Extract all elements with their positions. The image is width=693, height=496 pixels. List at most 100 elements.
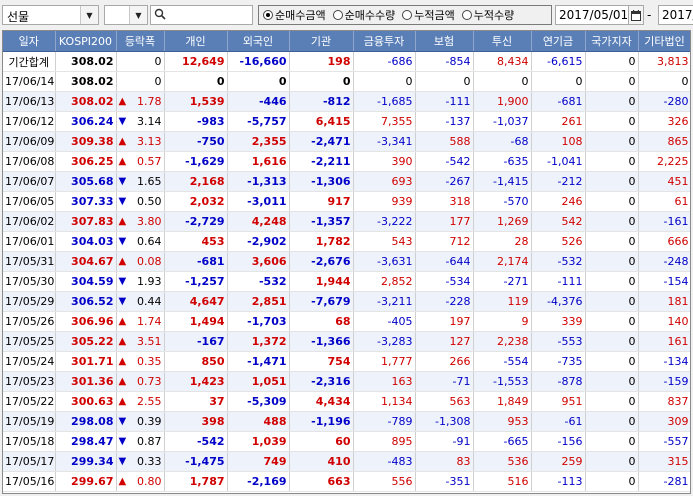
individual-cell: 12,649 bbox=[164, 51, 228, 72]
table-row[interactable]: 17/06/07 305.68 ▼ 1.65 2,168 -1,313 -1,306 693-… bbox=[3, 171, 690, 192]
start-date-input[interactable]: 2017/05/01 bbox=[555, 5, 629, 25]
change-cell: 0 bbox=[116, 51, 165, 72]
change-cell: ▼ 0.39 bbox=[116, 411, 165, 432]
chevron-down-icon[interactable]: ▼ bbox=[80, 6, 98, 24]
financial-investment-cell: 693 bbox=[353, 171, 416, 192]
column-header[interactable]: 금융투자 bbox=[353, 31, 416, 52]
financial-investment-cell: 0 bbox=[353, 71, 416, 92]
column-header[interactable]: 기타법인 bbox=[638, 31, 690, 52]
column-header[interactable]: KOSPI200 bbox=[55, 31, 117, 52]
individual-cell: 1,539 bbox=[164, 91, 228, 112]
government-cell: 0 bbox=[585, 411, 639, 432]
table-row[interactable]: 17/05/19 298.08 ▼ 0.39 398 488 -1,196 -789 -1,30… bbox=[3, 411, 690, 432]
pension-cell: -6,615 bbox=[531, 51, 586, 72]
table-row[interactable]: 17/05/31 304.67 ▲ 0.08 -681 3,606 -2,676 -3,631… bbox=[3, 251, 690, 272]
foreign-cell: -2,169 bbox=[227, 471, 290, 492]
investment-trust-cell: 119 bbox=[473, 291, 532, 312]
foreign-cell: -446 bbox=[227, 91, 290, 112]
code-select[interactable]: ▼ bbox=[104, 5, 148, 25]
radio-option-0[interactable]: 순매수금액 bbox=[263, 7, 326, 23]
search-icon[interactable] bbox=[154, 8, 166, 23]
investment-trust-cell: 953 bbox=[473, 411, 532, 432]
pension-cell: -156 bbox=[531, 431, 586, 452]
institution-cell: 663 bbox=[289, 471, 354, 492]
investment-trust-cell: -570 bbox=[473, 191, 532, 212]
table-row[interactable]: 17/06/02 307.83 ▲ 3.80 -2,729 4,248 -1,357 -3,2… bbox=[3, 211, 690, 232]
foreign-cell: -1,703 bbox=[227, 311, 290, 332]
column-header[interactable]: 외국인 bbox=[227, 31, 290, 52]
pension-cell: -1,041 bbox=[531, 151, 586, 172]
column-header[interactable]: 보험 bbox=[415, 31, 474, 52]
financial-investment-cell: -3,222 bbox=[353, 211, 416, 232]
table-row[interactable]: 17/06/13 308.02 ▲ 1.78 1,539 -446 -812 -1,685 -1… bbox=[3, 91, 690, 112]
pension-cell: 259 bbox=[531, 451, 586, 472]
institution-cell: -812 bbox=[289, 91, 354, 112]
column-header[interactable]: 투신 bbox=[473, 31, 532, 52]
table-row[interactable]: 17/05/24 301.71 ▲ 0.35 850 -1,471 754 1,777 266-… bbox=[3, 351, 690, 372]
pension-cell: -4,376 bbox=[531, 291, 586, 312]
column-header[interactable]: 국가지자 bbox=[585, 31, 639, 52]
table-row[interactable]: 17/06/08 306.25 ▲ 0.57 -1,629 1,616 -2,211 390-… bbox=[3, 151, 690, 172]
table-row[interactable]: 17/05/18 298.47 ▼ 0.87 -542 1,039 60 895 -91 -665… bbox=[3, 431, 690, 452]
insurance-cell: 197 bbox=[415, 311, 474, 332]
radio-label: 누적수량 bbox=[473, 9, 515, 22]
other-corp-cell: -557 bbox=[638, 431, 690, 452]
insurance-cell: 127 bbox=[415, 331, 474, 352]
pension-cell: 108 bbox=[531, 131, 586, 152]
change-value: 3.51 bbox=[137, 335, 162, 348]
calendar-icon[interactable] bbox=[628, 5, 644, 25]
table-row[interactable]: 17/05/30 304.59 ▼ 1.93 -1,257 -532 1,944 2,852-… bbox=[3, 271, 690, 292]
change-cell: ▼ 0.44 bbox=[116, 291, 165, 312]
foreign-cell: -1,471 bbox=[227, 351, 290, 372]
pension-cell: -532 bbox=[531, 251, 586, 272]
table-row[interactable]: 17/05/23 301.36 ▲ 0.73 1,423 1,051 -2,316 163 -7… bbox=[3, 371, 690, 392]
institution-cell: -2,211 bbox=[289, 151, 354, 172]
change-cell: 0 bbox=[116, 71, 165, 92]
radio-option-1[interactable]: 순매수수량 bbox=[332, 7, 395, 23]
insurance-cell: -111 bbox=[415, 91, 474, 112]
column-header[interactable]: 등락폭 bbox=[116, 31, 165, 52]
radio-button-icon[interactable] bbox=[263, 10, 273, 20]
date-cell: 17/05/19 bbox=[3, 411, 56, 432]
table-row[interactable]: 17/05/26 306.96 ▲ 1.74 1,494 -1,703 68 -405 197 9… bbox=[3, 311, 690, 332]
insurance-cell: -1,308 bbox=[415, 411, 474, 432]
radio-button-icon[interactable] bbox=[461, 10, 472, 20]
column-header[interactable]: 기관 bbox=[289, 31, 354, 52]
table-header-row: 일자 KOSPI200 등락폭 개인 외국인 기관 금융투자 보험 투신 연기금 국가지자 기타법인 bbox=[3, 31, 690, 52]
table-row[interactable]: 17/06/14 308.02 0 0 0 0 0 0 0 0 0 0 bbox=[3, 71, 690, 92]
financial-investment-cell: -3,631 bbox=[353, 251, 416, 272]
end-date-input[interactable]: 2017/0 bbox=[658, 5, 693, 25]
radio-button-icon[interactable] bbox=[402, 10, 413, 20]
institution-cell: 60 bbox=[289, 431, 354, 452]
down-triangle-icon: ▼ bbox=[118, 196, 127, 207]
table-row[interactable]: 17/05/25 305.22 ▲ 3.51 -167 1,372 -1,366 -3,283… bbox=[3, 331, 690, 352]
table-row[interactable]: 17/05/29 306.52 ▼ 0.44 4,647 2,851 -7,679 -3,21… bbox=[3, 291, 690, 312]
table-row[interactable]: 17/06/01 304.03 ▼ 0.64 453 -2,902 1,782 543 712 2… bbox=[3, 231, 690, 252]
radio-button-icon[interactable] bbox=[332, 10, 343, 20]
radio-option-2[interactable]: 누적금액 bbox=[402, 7, 455, 23]
insurance-cell: 588 bbox=[415, 131, 474, 152]
other-corp-cell: 326 bbox=[638, 111, 690, 132]
table-row[interactable]: 17/05/16 299.67 ▲ 0.80 1,787 -2,169 663 556 -351… bbox=[3, 471, 690, 492]
table-row[interactable]: 기간합계 308.02 0 12,649 -16,660 198 -686 -854 8,434… bbox=[3, 51, 690, 72]
change-value: 1.93 bbox=[137, 275, 162, 288]
table-row[interactable]: 17/05/17 299.34 ▼ 0.33 -1,475 749 410 -483 83 536… bbox=[3, 451, 690, 472]
market-select[interactable]: 선물 ▼ bbox=[2, 5, 99, 25]
change-cell: ▲ 0.80 bbox=[116, 471, 165, 492]
table-row[interactable]: 17/05/22 300.63 ▲ 2.55 37 -5,309 4,434 1,134 563… bbox=[3, 391, 690, 412]
chevron-down-icon[interactable]: ▼ bbox=[129, 6, 147, 24]
table-row[interactable]: 17/06/05 307.33 ▼ 0.50 2,032 -3,011 917 939 318-… bbox=[3, 191, 690, 212]
insurance-cell: -137 bbox=[415, 111, 474, 132]
kospi200-cell: 306.52 bbox=[55, 291, 117, 312]
column-header[interactable]: 일자 bbox=[3, 31, 56, 52]
institution-cell: -1,366 bbox=[289, 331, 354, 352]
table-row[interactable]: 17/06/12 306.24 ▼ 3.14 -983 -5,757 6,415 7,355-… bbox=[3, 111, 690, 132]
search-input[interactable] bbox=[150, 5, 253, 25]
column-header[interactable]: 개인 bbox=[164, 31, 228, 52]
government-cell: 0 bbox=[585, 191, 639, 212]
radio-option-3[interactable]: 누적수량 bbox=[461, 7, 515, 23]
individual-cell: 1,787 bbox=[164, 471, 228, 492]
column-header[interactable]: 연기금 bbox=[531, 31, 586, 52]
financial-investment-cell: 543 bbox=[353, 231, 416, 252]
table-row[interactable]: 17/06/09 309.38 ▲ 3.13 -750 2,355 -2,471 -3,341… bbox=[3, 131, 690, 152]
